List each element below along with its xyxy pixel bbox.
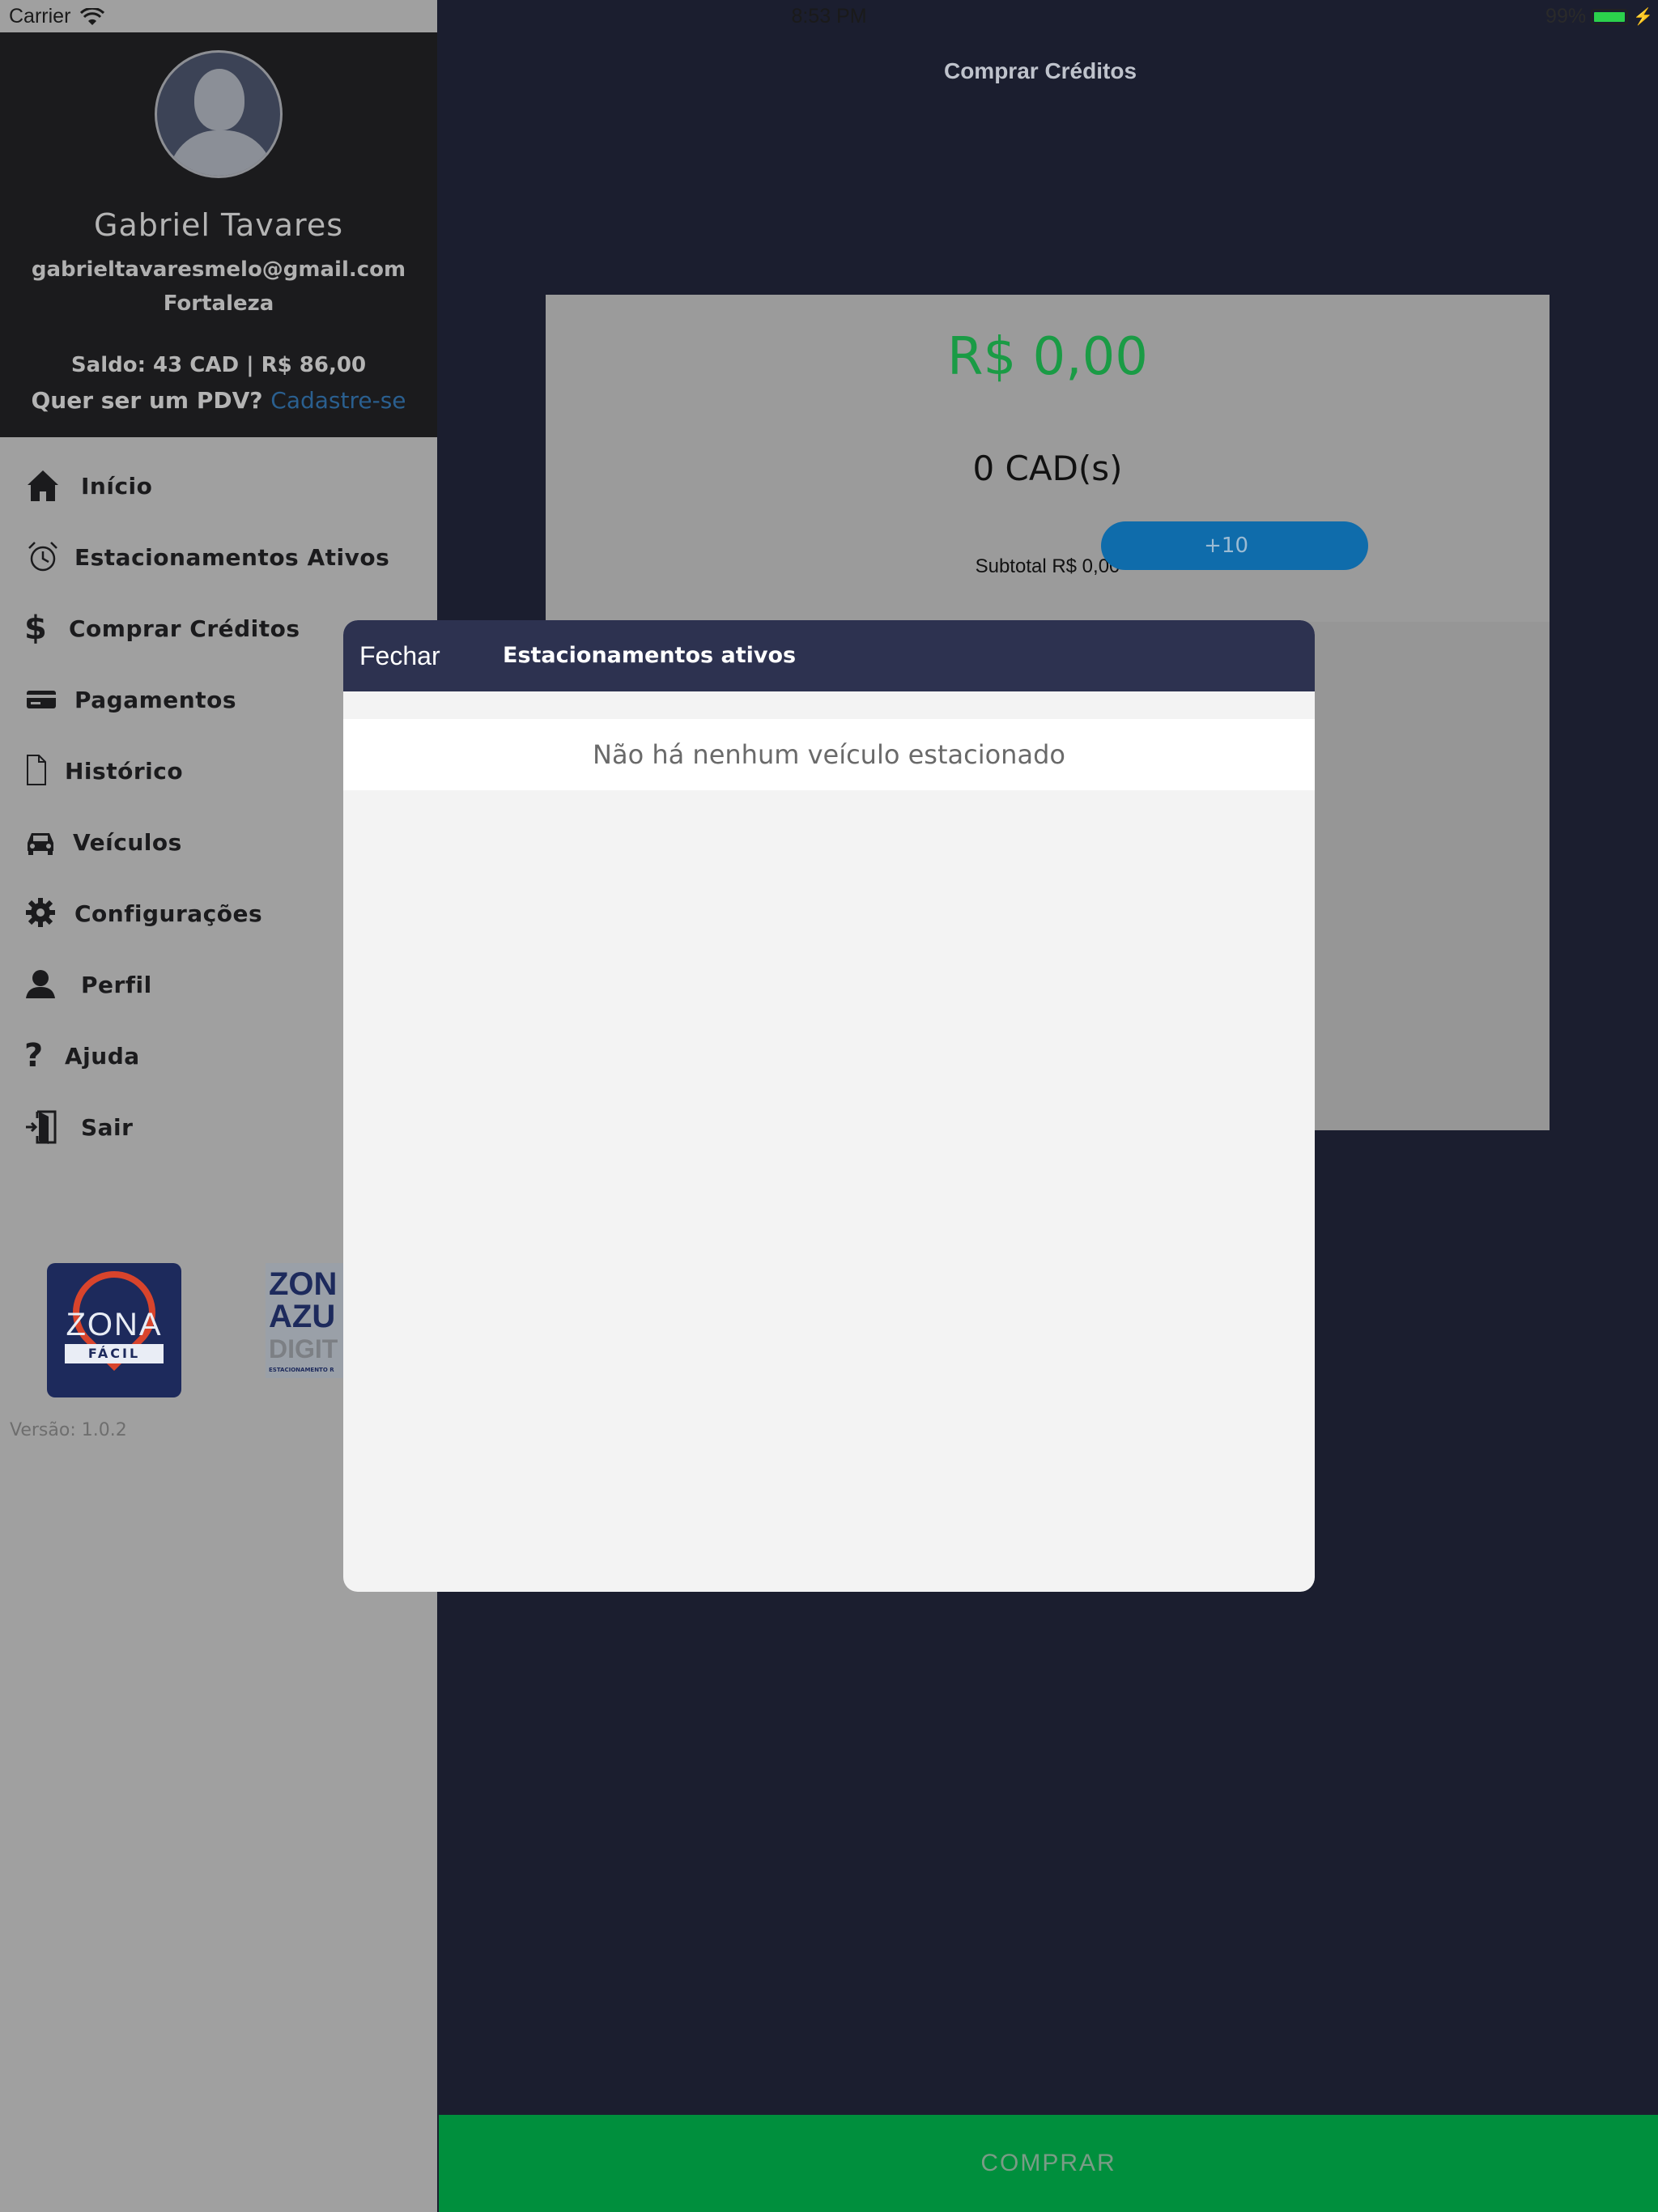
total-price: R$ 0,00 [946,327,1149,387]
user-city: Fortaleza [163,291,274,316]
menu-item-label: Sair [81,1113,134,1141]
modal-header: Fechar Estacionamentos ativos [343,620,1315,691]
credit-card-icon [24,681,62,718]
add-10-button[interactable]: +10 [1101,521,1368,570]
menu-item-label: Início [81,472,153,500]
status-right: 99% ⚡ [1545,5,1653,28]
battery-icon [1591,8,1629,25]
modal-title: Estacionamentos ativos [503,643,797,668]
menu-item-label: Configurações [74,900,263,927]
pdv-prompt: Quer ser um PDV? Cadastre-se [0,387,437,414]
question-icon: ? [24,1037,44,1074]
credits-summary: R$ 0,00 0 CAD(s) Subtotal R$ 0,00 [546,295,1550,622]
subtotal: Subtotal R$ 0,00 [975,555,1120,577]
battery-level [1594,11,1625,22]
cad-count: 0 CAD(s) [972,449,1123,488]
buy-button[interactable]: COMPRAR [439,2115,1658,2212]
status-bar: Carrier 8:53 PM 99% ⚡ [0,0,1658,32]
user-name: Gabriel Tavares [94,207,343,243]
zona-azul-logo-line2: AZU [269,1299,336,1334]
zona-azul-logo-line3: DIGIT [269,1334,338,1363]
zona-azul-logo-tagline: ESTACIONAMENTO R [269,1367,334,1373]
pdv-question: Quer ser um PDV? [31,387,263,414]
avatar-body-shape [168,130,274,176]
menu-item-inicio[interactable]: Início [0,453,437,518]
menu-item-label: Estacionamentos Ativos [74,543,390,571]
drawer-profile-header: Gabriel Tavares gabrieltavaresmelo@gmail… [0,32,437,437]
menu-item-label: Pagamentos [74,686,236,713]
car-icon [24,823,62,861]
charging-bolt-icon: ⚡ [1633,8,1653,26]
zona-azul-logo-line1: ZON [269,1266,338,1302]
battery-percent: 99% [1545,5,1587,28]
user-balance: Saldo: 43 CAD | R$ 86,00 [70,353,367,377]
list-item: Não há nenhum veículo estacionado [343,719,1315,790]
app-version: Versão: 1.0.2 [10,1420,127,1440]
user-icon [24,966,62,1003]
status-time: 8:53 PM [791,5,867,28]
pdv-signup-link[interactable]: Cadastre-se [270,387,406,414]
zona-facil-logo-text: ZONA [66,1307,163,1342]
menu-item-label: Histórico [65,757,184,785]
menu-item-label: Perfil [81,971,152,998]
active-parkings-modal: Fechar Estacionamentos ativos Não há nen… [343,620,1315,1592]
gear-icon [24,895,62,932]
zona-facil-logo-subtext: FÁCIL [65,1344,164,1363]
empty-state-message: Não há nenhum veículo estacionado [593,739,1065,770]
menu-item-label: Comprar Créditos [69,615,300,642]
document-icon [24,752,62,789]
menu-item-label: Veículos [73,828,182,856]
zona-azul-digital-logo: ZON AZU DIGIT ESTACIONAMENTO R [266,1263,346,1378]
menu-item-label: Ajuda [65,1042,140,1070]
home-icon [24,467,62,504]
menu-item-estacionamentos-ativos[interactable]: Estacionamentos Ativos [0,525,437,589]
zona-facil-logo: ZONA FÁCIL [47,1263,181,1397]
dollar-icon: $ [24,610,47,647]
avatar[interactable] [155,50,283,178]
avatar-head-shape [194,69,244,130]
user-email: gabrieltavaresmelo@gmail.com [31,257,406,282]
page-title: Comprar Créditos [943,58,1137,83]
alarm-clock-icon [24,538,62,576]
close-button[interactable]: Fechar [359,620,440,691]
exit-door-icon [24,1108,62,1146]
